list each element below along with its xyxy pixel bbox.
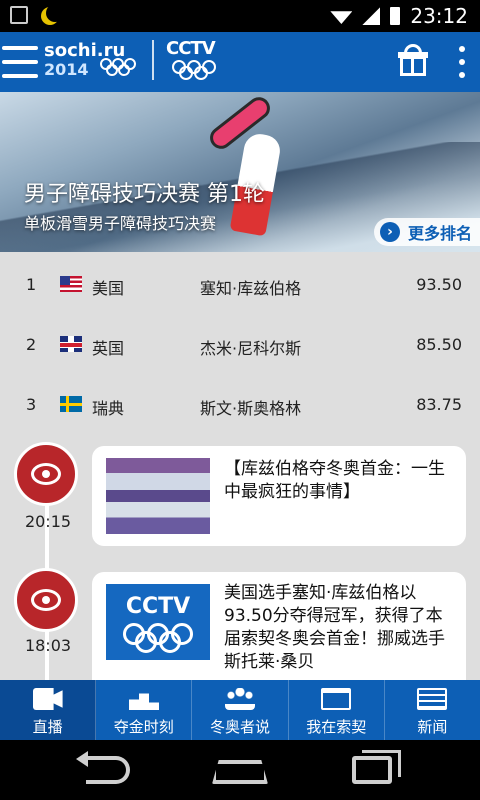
more-rankings-button[interactable]: › 更多排名: [373, 218, 480, 246]
back-icon[interactable]: [76, 751, 130, 784]
feed-card[interactable]: 【库兹伯格夺冬奥首金：一生中最疯狂的事情】: [92, 446, 466, 546]
video-camera-icon: [32, 688, 63, 710]
wifi-icon: [330, 11, 353, 24]
news-icon: [417, 688, 448, 710]
ranking-row[interactable]: 3 瑞典 斯文·斯奥格林 83.75: [0, 374, 480, 434]
hero-subtitle: 单板滑雪男子障碍技巧决赛: [24, 214, 217, 233]
home-icon[interactable]: [212, 760, 268, 784]
image-notification-icon: [10, 6, 28, 24]
feed-time: 20:15: [24, 512, 72, 531]
tab-news[interactable]: 新闻: [385, 680, 480, 740]
tab-in-sochi[interactable]: 我在索契: [289, 680, 385, 740]
us-flag-icon: [60, 276, 82, 292]
status-bar: 23:12: [0, 0, 480, 32]
content-area: 1 美国 塞知·库兹伯格 93.50 2 英国 杰米·尼科尔斯 85.50 3 …: [0, 252, 480, 680]
ranking-row[interactable]: 1 美国 塞知·库兹伯格 93.50: [0, 254, 480, 314]
hero-title: 男子障碍技巧决赛 第1轮: [24, 182, 265, 207]
battery-icon: [390, 7, 401, 25]
gift-icon[interactable]: [398, 44, 428, 78]
tab-gold-moments[interactable]: 夺金时刻: [96, 680, 193, 740]
feed-text: 【库兹伯格夺冬奥首金：一生中最疯狂的事情】: [224, 459, 445, 502]
status-time: 23:12: [410, 4, 468, 28]
gb-flag-icon: [60, 336, 82, 352]
cctv-thumbnail: CCTV: [106, 584, 210, 660]
overflow-menu-icon[interactable]: [458, 46, 466, 78]
menu-button[interactable]: [2, 46, 38, 78]
chevron-right-icon: ›: [379, 222, 400, 242]
people-icon: [225, 688, 255, 710]
olympic-rings-icon: [172, 60, 216, 80]
feed-text: 美国选手塞知·库兹伯格以93.50分夺得冠军，获得了本届索契冬奥会首金！挪威选手…: [224, 583, 445, 672]
recent-apps-icon[interactable]: [352, 750, 401, 784]
sochi-logo: sochi.ru 2014: [40, 38, 140, 82]
tab-live[interactable]: 直播: [0, 680, 97, 740]
signal-icon: [362, 7, 381, 25]
se-flag-icon: [60, 396, 82, 412]
app-bar: sochi.ru 2014 CCTV: [0, 32, 480, 92]
moon-icon: [46, 4, 64, 22]
ranking-row[interactable]: 2 英国 杰米·尼科尔斯 85.50: [0, 314, 480, 374]
logo-divider: [152, 40, 154, 80]
calendar-icon: [321, 688, 352, 710]
bottom-navigation: 直播 夺金时刻 冬奥者说 我在索契 新闻: [0, 680, 480, 740]
feed-card[interactable]: CCTV 美国选手塞知·库兹伯格以93.50分夺得冠军，获得了本届索契冬奥会首金…: [92, 572, 466, 680]
tab-olympians-say[interactable]: 冬奥者说: [192, 680, 289, 740]
olympic-rings-icon: [123, 622, 193, 653]
cctv-logo: CCTV: [166, 38, 226, 82]
weibo-icon: [14, 442, 78, 506]
olympic-rings-icon: [100, 58, 136, 76]
system-navigation-bar: [0, 740, 480, 800]
podium-icon: [128, 688, 159, 710]
feed-time: 18:03: [24, 636, 72, 655]
feed-thumbnail: [106, 458, 210, 534]
app-logo: sochi.ru 2014 CCTV: [40, 38, 226, 82]
hero-banner[interactable]: 男子障碍技巧决赛 第1轮 单板滑雪男子障碍技巧决赛 › 更多排名: [0, 92, 480, 252]
weibo-icon: [14, 568, 78, 632]
